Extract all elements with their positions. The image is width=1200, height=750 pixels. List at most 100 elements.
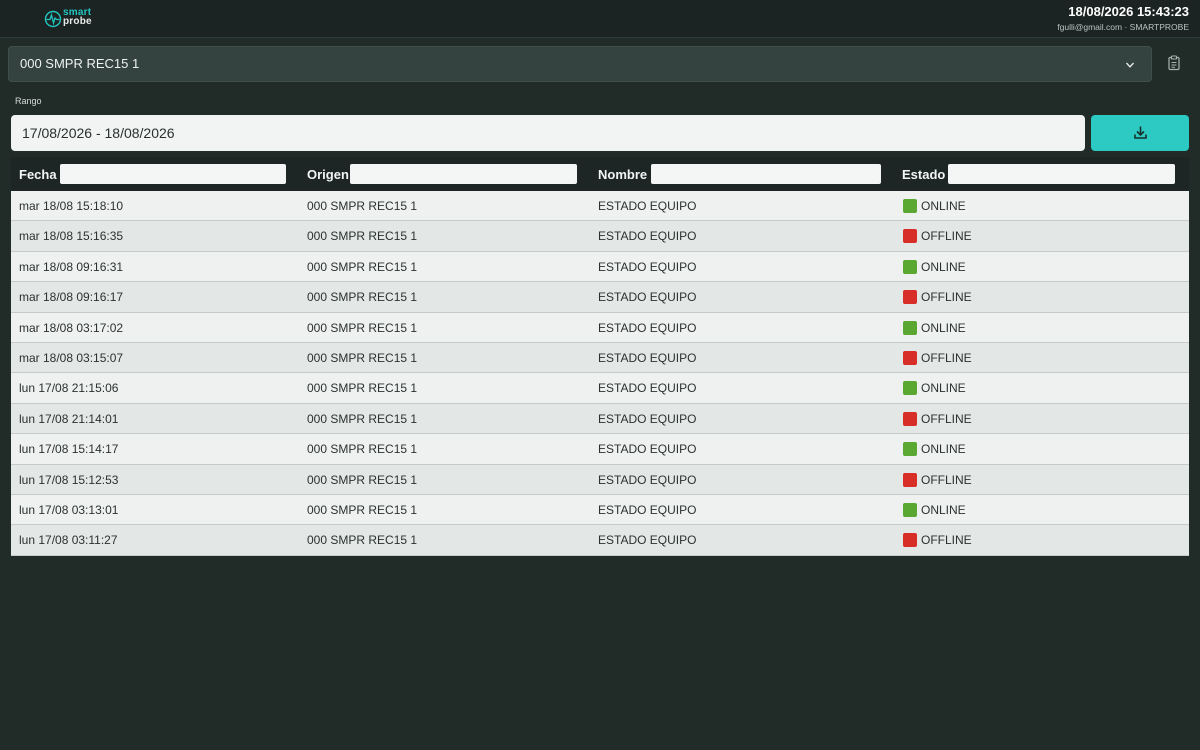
cell-origen: 000 SMPR REC15 1 <box>307 350 418 365</box>
column-origen: Origen <box>300 157 590 191</box>
cell-estado: ONLINE <box>903 320 966 335</box>
cell-fecha: lun 17/08 03:13:01 <box>19 502 119 517</box>
status-label: OFFLINE <box>921 411 972 426</box>
cell-nombre: ESTADO EQUIPO <box>598 259 697 274</box>
device-select[interactable]: 000 SMPR REC15 1 <box>8 46 1152 82</box>
table-row[interactable]: lun 17/08 15:14:17 000 SMPR REC15 1 ESTADO… <box>11 434 1189 465</box>
status-label: ONLINE <box>921 320 966 335</box>
status-square-icon <box>903 442 917 457</box>
cell-origen: 000 SMPR REC15 1 <box>307 290 418 305</box>
user-account: fgulli@gmail.com · SMARTPROBE <box>1057 22 1189 32</box>
cell-origen: 000 SMPR REC15 1 <box>307 502 418 517</box>
table-row[interactable]: mar 18/08 03:15:07 000 SMPR REC15 1 ESTADO… <box>11 342 1189 374</box>
cell-estado: OFFLINE <box>903 411 972 426</box>
cell-estado: OFFLINE <box>903 472 972 487</box>
cell-nombre: ESTADO EQUIPO <box>598 320 697 335</box>
table-row[interactable]: mar 18/08 09:16:31 000 SMPR REC15 1 ESTADO… <box>11 251 1189 283</box>
column-fecha: Fecha <box>11 157 300 191</box>
status-label: ONLINE <box>921 381 966 396</box>
cell-estado: ONLINE <box>903 442 966 457</box>
cell-fecha: lun 17/08 15:14:17 <box>19 442 119 457</box>
cell-estado: ONLINE <box>903 381 966 396</box>
table-row[interactable]: lun 17/08 15:12:53 000 SMPR REC15 1 ESTADO… <box>11 464 1189 495</box>
cell-nombre: ESTADO EQUIPO <box>598 472 697 487</box>
table-body: mar 18/08 15:18:10 000 SMPR REC15 1 ESTADO… <box>11 191 1189 556</box>
top-bar: smart probe 18/08/2026 15:43:23 fgulli@g… <box>0 0 1200 38</box>
column-label-origen: Origen <box>307 167 349 182</box>
cell-nombre: ESTADO EQUIPO <box>598 290 697 305</box>
cell-origen: 000 SMPR REC15 1 <box>307 229 418 244</box>
status-label: OFFLINE <box>921 533 972 548</box>
date-range-input[interactable] <box>11 115 1085 151</box>
status-label: ONLINE <box>921 442 966 457</box>
chevron-down-icon <box>1125 62 1135 68</box>
filter-estado-input[interactable] <box>948 164 1175 184</box>
cell-fecha: mar 18/08 15:18:10 <box>19 199 124 213</box>
status-square-icon <box>903 199 917 213</box>
status-square-icon <box>903 290 917 305</box>
cell-origen: 000 SMPR REC15 1 <box>307 199 418 213</box>
cell-estado: OFFLINE <box>903 229 972 244</box>
table-row[interactable]: mar 18/08 15:16:35 000 SMPR REC15 1 ESTADO… <box>11 221 1189 252</box>
status-square-icon <box>903 472 917 487</box>
table-row[interactable]: lun 17/08 21:15:06 000 SMPR REC15 1 ESTADO… <box>11 373 1189 404</box>
status-label: OFFLINE <box>921 290 972 305</box>
range-label: Rango <box>15 96 42 106</box>
download-button[interactable] <box>1091 115 1189 151</box>
cell-fecha: mar 18/08 09:16:31 <box>19 259 124 274</box>
clipboard-icon[interactable] <box>1166 55 1182 71</box>
logo-text: smart probe <box>63 8 92 27</box>
filter-origen-input[interactable] <box>350 164 577 184</box>
table-row[interactable]: mar 18/08 09:16:17 000 SMPR REC15 1 ESTADO… <box>11 282 1189 313</box>
cell-fecha: lun 17/08 03:11:27 <box>19 533 118 548</box>
smartprobe-logo[interactable]: smart probe <box>44 8 104 30</box>
status-label: OFFLINE <box>921 350 972 365</box>
table-row[interactable]: mar 18/08 15:18:10 000 SMPR REC15 1 ESTADO… <box>11 191 1189 222</box>
column-label-estado: Estado <box>902 167 946 182</box>
cell-nombre: ESTADO EQUIPO <box>598 381 697 396</box>
status-square-icon <box>903 320 917 335</box>
status-square-icon <box>903 411 917 426</box>
cell-origen: 000 SMPR REC15 1 <box>307 472 418 487</box>
cell-nombre: ESTADO EQUIPO <box>598 411 697 426</box>
status-label: ONLINE <box>921 502 966 517</box>
table-header: Fecha Origen Nombre Estado <box>11 157 1189 191</box>
status-square-icon <box>903 502 917 517</box>
status-square-icon <box>903 533 917 548</box>
cell-estado: OFFLINE <box>903 533 972 548</box>
table-row[interactable]: mar 18/08 03:17:02 000 SMPR REC15 1 ESTADO… <box>11 312 1189 343</box>
cell-estado: OFFLINE <box>903 290 972 305</box>
cell-origen: 000 SMPR REC15 1 <box>307 411 418 426</box>
filter-fecha-input[interactable] <box>60 164 286 184</box>
status-square-icon <box>903 350 917 365</box>
cell-estado: ONLINE <box>903 502 966 517</box>
download-icon <box>1134 126 1147 139</box>
status-square-icon <box>903 229 917 244</box>
events-table: Fecha Origen Nombre Estado mar 18/08 15:… <box>11 157 1189 556</box>
cell-fecha: mar 18/08 15:16:35 <box>19 229 124 244</box>
cell-origen: 000 SMPR REC15 1 <box>307 533 418 548</box>
status-label: OFFLINE <box>921 229 972 244</box>
cell-estado: ONLINE <box>903 199 966 213</box>
cell-fecha: lun 17/08 15:12:53 <box>19 472 119 487</box>
cell-nombre: ESTADO EQUIPO <box>598 442 697 457</box>
current-datetime: 18/08/2026 15:43:23 <box>1068 4 1189 19</box>
pulse-logo-icon <box>44 10 62 28</box>
table-row[interactable]: lun 17/08 03:13:01 000 SMPR REC15 1 ESTADO… <box>11 494 1189 526</box>
cell-origen: 000 SMPR REC15 1 <box>307 320 418 335</box>
status-label: ONLINE <box>921 199 966 213</box>
cell-fecha: mar 18/08 09:16:17 <box>19 290 124 305</box>
cell-nombre: ESTADO EQUIPO <box>598 350 697 365</box>
cell-fecha: mar 18/08 03:17:02 <box>19 320 124 335</box>
cell-estado: OFFLINE <box>903 350 972 365</box>
filter-nombre-input[interactable] <box>651 164 881 184</box>
cell-nombre: ESTADO EQUIPO <box>598 533 697 548</box>
status-label: ONLINE <box>921 259 966 274</box>
device-select-value: 000 SMPR REC15 1 <box>20 56 140 71</box>
table-row[interactable]: lun 17/08 21:14:01 000 SMPR REC15 1 ESTADO… <box>11 403 1189 435</box>
cell-origen: 000 SMPR REC15 1 <box>307 442 418 457</box>
cell-origen: 000 SMPR REC15 1 <box>307 259 418 274</box>
table-row[interactable]: lun 17/08 03:11:27 000 SMPR REC15 1 ESTADO… <box>11 525 1189 556</box>
column-label-fecha: Fecha <box>19 167 57 182</box>
cell-nombre: ESTADO EQUIPO <box>598 229 697 244</box>
